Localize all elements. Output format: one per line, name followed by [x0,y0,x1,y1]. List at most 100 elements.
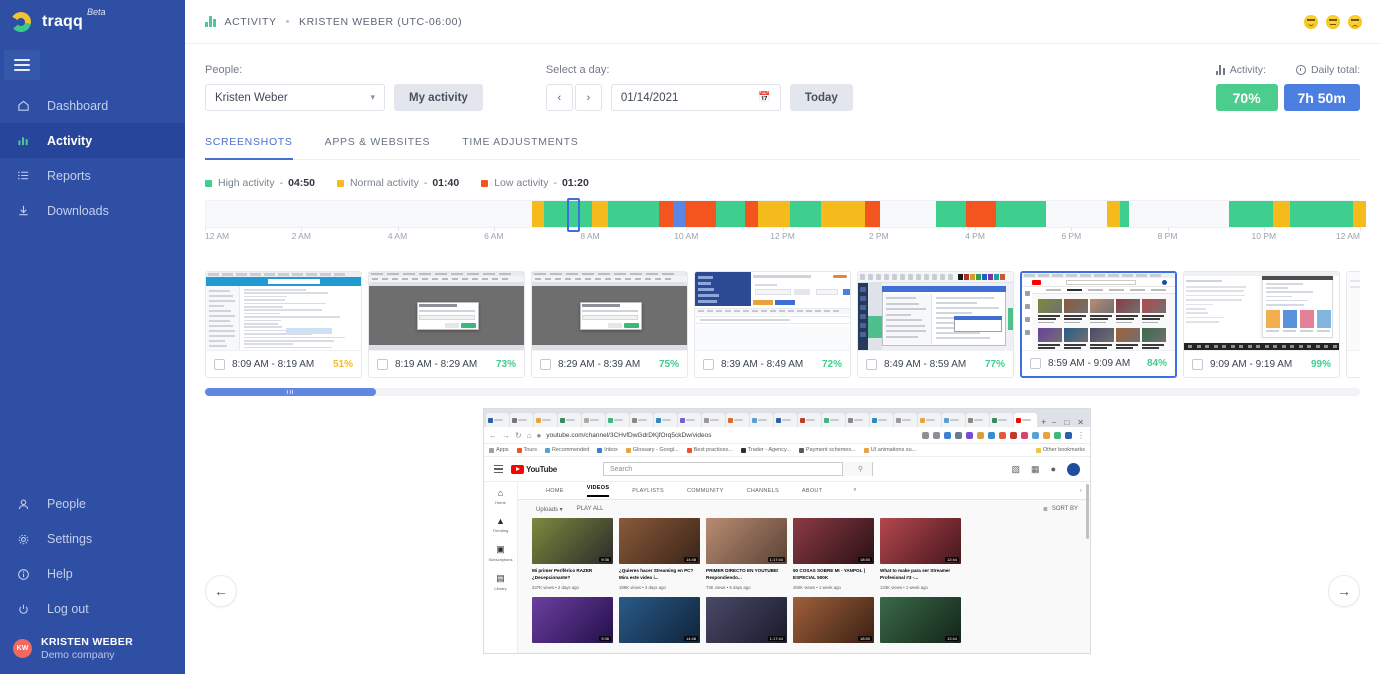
youtube-channel-tab[interactable]: VIDEOS [587,485,610,497]
tab-apps-websites[interactable]: APPS & WEBSITES [325,136,431,159]
sidebar-user-profile[interactable]: KW KRISTEN WEBER Demo company [0,627,185,662]
bookmark-item[interactable]: Payment schemes... [799,447,856,453]
video-title[interactable]: What to make para ser Streamer Profesion… [880,568,961,582]
browser-tab[interactable] [894,413,917,427]
screenshot-card[interactable]: 8:59 AM - 9:09 AM 84% [1020,271,1177,378]
bookmark-item[interactable]: Trader - Agency... [741,447,791,453]
youtube-channel-tab[interactable]: ABOUT [802,488,822,494]
bookmark-item[interactable]: Glossary - Googl... [626,447,679,453]
sidebar-item-help[interactable]: Help [0,557,185,592]
video-card[interactable]: 9:36 Mi primer Periférico RAZER ¿Decepcio… [532,518,613,590]
apps-grid-icon[interactable]: ▦ [1031,464,1040,475]
browser-tab[interactable] [606,413,629,427]
video-thumbnail[interactable]: 1:17:44 [706,597,787,643]
screenshot-card[interactable]: 8:19 AM - 8:29 AM 73% [368,271,525,378]
browser-menu-icon[interactable]: ⋮ [1077,431,1085,440]
browser-extension-icon[interactable] [955,432,962,439]
screenshot-thumbnail[interactable] [858,272,1013,350]
browser-tab[interactable] [582,413,605,427]
browser-tab[interactable] [918,413,941,427]
bookmark-item[interactable]: Apps [489,447,509,453]
video-thumbnail[interactable]: 9:36 [532,597,613,643]
forward-icon[interactable]: → [502,431,510,440]
browser-extension-icon[interactable] [1032,432,1039,439]
browser-extension-icon[interactable] [933,432,940,439]
browser-tab[interactable] [510,413,533,427]
video-thumbnail[interactable]: 1:17:44 [706,518,787,564]
screenshot-checkbox[interactable] [377,359,388,370]
youtube-rail-home[interactable]: ⌂ Home [495,488,506,505]
uploads-dropdown[interactable]: Uploads ▾ [536,506,563,513]
browser-tab[interactable] [822,413,845,427]
my-activity-button[interactable]: My activity [394,84,483,111]
youtube-scrollbar[interactable] [1086,484,1089,539]
browser-extension-icon[interactable] [1065,432,1072,439]
screenshot-checkbox[interactable] [1030,358,1041,369]
youtube-channel-tab[interactable]: CHANNELS [747,488,779,494]
bookmark-item[interactable]: Best practices... [687,447,733,453]
next-screenshot-button[interactable]: → [1328,575,1360,607]
screenshot-thumbnail[interactable] [369,272,524,350]
timeline-cursor[interactable] [567,198,579,232]
play-all-button[interactable]: PLAY ALL [577,506,604,512]
neutral-face-icon[interactable] [1326,15,1340,29]
browser-tab[interactable] [534,413,557,427]
back-icon[interactable]: ← [489,431,497,440]
browser-tab[interactable] [702,413,725,427]
screenshot-thumbnail[interactable] [532,272,687,350]
bookmark-item[interactable]: Other bookmarks [1036,447,1085,453]
screenshot-card[interactable]: 8:49 AM - 8:59 AM 77% [857,271,1014,378]
browser-extension-icon[interactable] [1010,432,1017,439]
video-title[interactable]: ¿Quieres hacer Streaming en PC? Mira est… [619,568,700,582]
sidebar-item-reports[interactable]: Reports [0,158,185,193]
bookmark-item[interactable]: UI animations su... [864,447,917,453]
home-icon[interactable]: ⌂ [527,431,532,440]
tab-screenshots[interactable]: SCREENSHOTS [205,136,293,159]
video-card[interactable]: 1:17:44 PRIMER DIRECTO EN YOUTUBE! Respon… [706,518,787,590]
video-title[interactable]: Mi primer Periférico RAZER ¿Decepcionant… [532,568,613,582]
video-thumbnail[interactable]: 14:48 [619,518,700,564]
video-card[interactable]: 14:48 ¿Quieres hacer Streaming en PC? Mir… [619,518,700,590]
scrollbar-thumb[interactable] [205,388,376,396]
brand-logo[interactable]: traqq Beta [0,0,185,44]
magnifier-icon[interactable]: ⚲ [842,462,872,476]
browser-tab[interactable] [966,413,989,427]
next-day-button[interactable]: › [575,84,602,111]
screenshot-thumbnail[interactable] [1184,272,1339,350]
video-thumbnail[interactable]: 14:48 [619,597,700,643]
video-thumbnail[interactable]: 12:44 [880,597,961,643]
youtube-menu-icon[interactable] [494,465,503,473]
sad-face-icon[interactable] [1348,15,1362,29]
happy-face-icon[interactable] [1304,15,1318,29]
sidebar-item-dashboard[interactable]: Dashboard [0,88,185,123]
youtube-channel-tab[interactable]: COMMUNITY [687,488,724,494]
date-input[interactable]: 01/14/2021 📅 [611,84,781,111]
close-icon[interactable]: ✕ [1077,418,1084,427]
youtube-rail-library[interactable]: ▤ Library [494,573,506,591]
browser-extension-icon[interactable] [1054,432,1061,439]
video-card[interactable]: 14:48 [619,597,700,643]
browser-extension-icon[interactable] [922,432,929,439]
youtube-logo-icon[interactable]: YouTube [511,465,557,474]
youtube-channel-tab[interactable]: HOME [546,488,564,494]
browser-extension-icon[interactable] [944,432,951,439]
browser-extension-icon[interactable] [977,432,984,439]
screenshot-thumbnail[interactable] [1347,272,1360,350]
browser-tab[interactable] [558,413,581,427]
reload-icon[interactable]: ↻ [515,431,522,440]
screenshot-checkbox[interactable] [703,359,714,370]
magnifier-icon[interactable]: ⌕ [853,487,856,494]
calendar-icon[interactable]: 📅 [758,92,770,103]
activity-timeline[interactable] [205,200,1360,228]
browser-tab[interactable] [990,413,1013,427]
screenshot-checkbox[interactable] [866,359,877,370]
maximize-icon[interactable]: □ [1064,418,1069,427]
screenshot-thumbnail[interactable] [1022,273,1175,350]
previous-screenshot-button[interactable]: ← [205,575,237,607]
screenshot-thumbnail[interactable] [206,272,361,350]
browser-tab[interactable] [630,413,653,427]
video-card[interactable]: 1:17:44 [706,597,787,643]
screenshot-card[interactable]: 9:09 AM - 9:19 AM 99% [1183,271,1340,378]
sidebar-item-settings[interactable]: Settings [0,522,185,557]
hamburger-icon[interactable] [4,50,40,80]
